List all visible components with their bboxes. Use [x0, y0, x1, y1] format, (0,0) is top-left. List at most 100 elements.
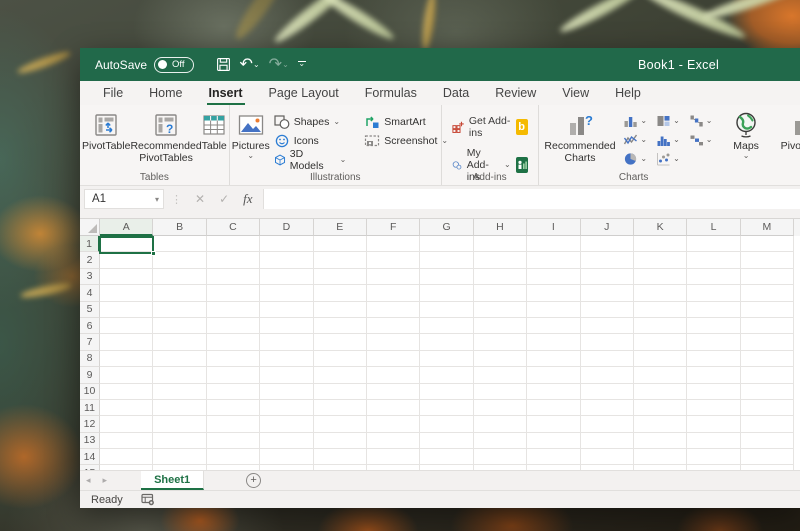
grid-cell-L5[interactable]	[687, 302, 740, 318]
grid-cell-E7[interactable]	[314, 334, 367, 350]
grid-cell-K13[interactable]	[634, 433, 687, 449]
sheet-tab-sheet1[interactable]: Sheet1	[141, 471, 204, 490]
grid-cell-I2[interactable]	[527, 252, 580, 268]
column-header-E[interactable]: E	[314, 219, 367, 236]
ribbon-tab-view[interactable]: View	[549, 82, 602, 105]
name-box[interactable]: A1 ▾	[84, 189, 164, 209]
sheet-nav-left-icon[interactable]: ◂	[80, 475, 97, 486]
grid-cell-M10[interactable]	[741, 384, 794, 400]
grid-cell-D11[interactable]	[260, 400, 313, 416]
grid-cell-I8[interactable]	[527, 351, 580, 367]
grid-cell-I12[interactable]	[527, 416, 580, 432]
grid-cell-J6[interactable]	[581, 318, 634, 334]
grid-cell-L6[interactable]	[687, 318, 740, 334]
grid-cell-G5[interactable]	[420, 302, 473, 318]
scatter-chart-button[interactable]: ⌄	[656, 152, 680, 166]
grid-cell-L12[interactable]	[687, 416, 740, 432]
grid-cell-F2[interactable]	[367, 252, 420, 268]
grid-cell-F1[interactable]	[367, 236, 420, 252]
undo-dropdown-icon[interactable]: ⌄	[253, 60, 260, 69]
grid-cell-B2[interactable]	[153, 252, 206, 268]
grid-cell-F6[interactable]	[367, 318, 420, 334]
grid-cell-G4[interactable]	[420, 285, 473, 301]
grid-cell-H14[interactable]	[474, 449, 527, 465]
grid-cell-H1[interactable]	[474, 236, 527, 252]
grid-cell-J10[interactable]	[581, 384, 634, 400]
grid-cell-B1[interactable]	[153, 236, 206, 252]
grid-cell-B9[interactable]	[153, 367, 206, 383]
grid-cell-K12[interactable]	[634, 416, 687, 432]
grid-cell-C3[interactable]	[207, 269, 260, 285]
row-header-14[interactable]: 14	[80, 449, 100, 465]
grid-cell-H3[interactable]	[474, 269, 527, 285]
row-header-11[interactable]: 11	[80, 400, 100, 416]
row-header-3[interactable]: 3	[80, 269, 100, 285]
grid-cell-J4[interactable]	[581, 285, 634, 301]
grid-cell-A13[interactable]	[100, 433, 153, 449]
grid-cell-H5[interactable]	[474, 302, 527, 318]
table-button[interactable]: Table	[202, 109, 227, 171]
row-header-7[interactable]: 7	[80, 334, 100, 350]
grid-cell-G15[interactable]	[420, 465, 473, 470]
grid-cell-G12[interactable]	[420, 416, 473, 432]
grid-cell-C15[interactable]	[207, 465, 260, 470]
grid-cell-J2[interactable]	[581, 252, 634, 268]
grid-cell-C12[interactable]	[207, 416, 260, 432]
grid-cell-A10[interactable]	[100, 384, 153, 400]
ribbon-tab-home[interactable]: Home	[136, 82, 195, 105]
grid-cell-D5[interactable]	[260, 302, 313, 318]
grid-cell-L13[interactable]	[687, 433, 740, 449]
new-sheet-button[interactable]: +	[246, 473, 261, 488]
grid-cell-M4[interactable]	[741, 285, 794, 301]
grid-cell-H11[interactable]	[474, 400, 527, 416]
grid-cell-C4[interactable]	[207, 285, 260, 301]
column-header-A[interactable]: A	[100, 219, 153, 236]
column-header-I[interactable]: I	[527, 219, 580, 236]
grid-cell-K15[interactable]	[634, 465, 687, 470]
cancel-button[interactable]: ✕	[195, 192, 205, 206]
grid-cell-A1[interactable]	[100, 236, 153, 252]
screenshot-button[interactable]: Screenshot ⌄	[364, 131, 448, 150]
grid-cell-G13[interactable]	[420, 433, 473, 449]
grid-cell-L11[interactable]	[687, 400, 740, 416]
grid-cell-M5[interactable]	[741, 302, 794, 318]
grid-cell-I13[interactable]	[527, 433, 580, 449]
3d-models-button[interactable]: 3D Models ⌄	[274, 150, 347, 169]
sheet-nav-right-icon[interactable]: ▸	[97, 475, 114, 486]
grid-cell-H8[interactable]	[474, 351, 527, 367]
grid-cell-A15[interactable]	[100, 465, 153, 470]
grid-cell-H9[interactable]	[474, 367, 527, 383]
treemap-chart-button[interactable]: ⌄	[656, 114, 680, 128]
grid-cell-D14[interactable]	[260, 449, 313, 465]
people-graph-addin-icon[interactable]	[516, 157, 528, 173]
grid-cell-D15[interactable]	[260, 465, 313, 470]
grid-cell-C7[interactable]	[207, 334, 260, 350]
grid-cell-H7[interactable]	[474, 334, 527, 350]
grid-cell-B4[interactable]	[153, 285, 206, 301]
grid-cell-C9[interactable]	[207, 367, 260, 383]
column-header-G[interactable]: G	[420, 219, 473, 236]
grid-cell-K5[interactable]	[634, 302, 687, 318]
row-header-10[interactable]: 10	[80, 384, 100, 400]
grid-cell-F14[interactable]	[367, 449, 420, 465]
grid-cell-K3[interactable]	[634, 269, 687, 285]
grid-cell-E14[interactable]	[314, 449, 367, 465]
grid-cell-F3[interactable]	[367, 269, 420, 285]
grid-cell-K8[interactable]	[634, 351, 687, 367]
grid-cell-B5[interactable]	[153, 302, 206, 318]
grid-cell-M1[interactable]	[741, 236, 794, 252]
grid-cell-H15[interactable]	[474, 465, 527, 470]
grid-cell-G9[interactable]	[420, 367, 473, 383]
insert-function-button[interactable]: fx	[243, 191, 252, 207]
grid-cell-E10[interactable]	[314, 384, 367, 400]
grid-cell-M2[interactable]	[741, 252, 794, 268]
grid-cell-K10[interactable]	[634, 384, 687, 400]
column-chart-button[interactable]: ⌄	[623, 114, 647, 128]
grid-cell-D4[interactable]	[260, 285, 313, 301]
grid-cell-G2[interactable]	[420, 252, 473, 268]
grid-cell-L3[interactable]	[687, 269, 740, 285]
grid-cell-H6[interactable]	[474, 318, 527, 334]
grid-cell-E13[interactable]	[314, 433, 367, 449]
grid-cell-A6[interactable]	[100, 318, 153, 334]
grid-cell-C8[interactable]	[207, 351, 260, 367]
